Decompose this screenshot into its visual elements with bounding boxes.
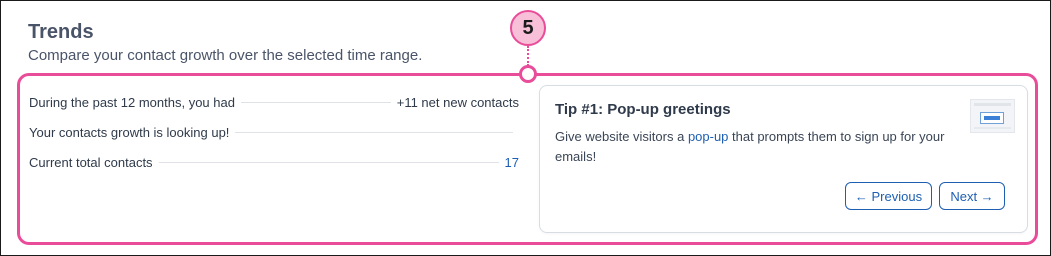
previous-tip-button[interactable]: ← Previous — [845, 182, 932, 210]
stat-label: During the past 12 months, you had — [29, 94, 235, 110]
trends-panel: Trends Compare your contact growth over … — [0, 0, 1051, 256]
popup-link[interactable]: pop-up — [688, 129, 728, 144]
callout-number-badge: 5 — [510, 10, 546, 46]
callout-connector — [527, 46, 529, 66]
leader-line — [158, 161, 499, 163]
section-subtitle: Compare your contact growth over the sel… — [28, 47, 423, 64]
section-title: Trends — [28, 21, 94, 43]
tip-body: Give website visitors a pop-up that prom… — [555, 127, 965, 167]
popup-preview-icon — [970, 99, 1015, 133]
tip-title: Tip #1: Pop-up greetings — [555, 101, 731, 118]
contact-stats: During the past 12 months, you had +11 n… — [29, 87, 519, 177]
stat-row-total: Current total contacts 17 — [29, 147, 519, 177]
stat-row-net-new: During the past 12 months, you had +11 n… — [29, 87, 519, 117]
total-contacts-link[interactable]: 17 — [505, 155, 519, 170]
tip-text: Give website visitors a — [555, 129, 688, 144]
stat-value-net-new: +11 net new contacts — [396, 94, 519, 110]
stat-row-growth: Your contacts growth is looking up! — [29, 117, 519, 147]
callout-anchor-dot — [519, 65, 537, 83]
tip-card: Tip #1: Pop-up greetings Give website vi… — [539, 85, 1028, 233]
next-tip-button[interactable]: Next → — [939, 182, 1005, 210]
leader-line — [235, 131, 513, 133]
leader-line — [240, 101, 391, 103]
stat-label: Your contacts growth is looking up! — [29, 124, 230, 140]
stat-label: Current total contacts — [29, 154, 153, 170]
